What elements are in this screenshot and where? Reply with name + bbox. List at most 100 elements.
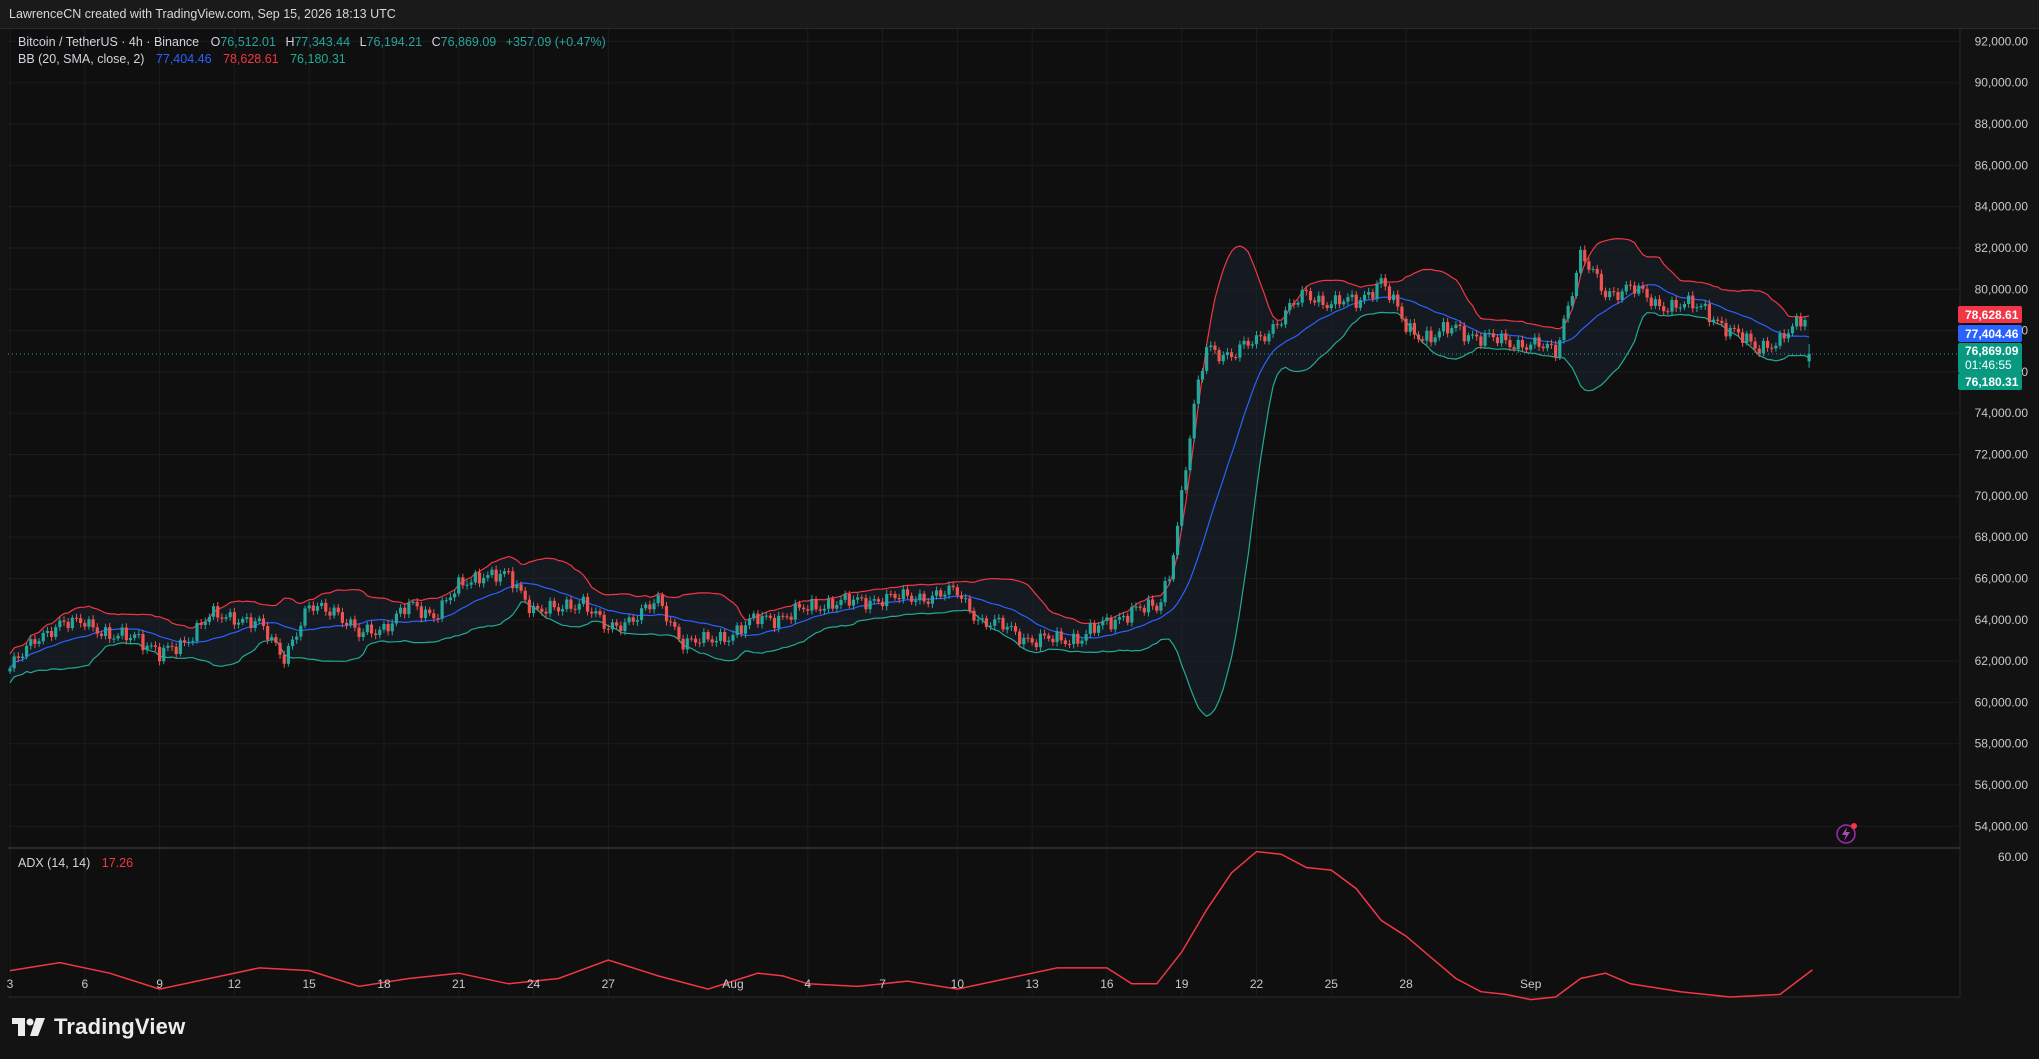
candle-body	[1109, 617, 1113, 630]
candle-body	[918, 593, 922, 601]
legend-low: 76,194.21	[367, 35, 423, 49]
candle-body	[116, 635, 120, 639]
candle-body	[818, 609, 822, 611]
candle-body	[802, 607, 806, 610]
candle-body	[1761, 340, 1766, 354]
legend-open: 76,512.01	[220, 35, 276, 49]
candle-body	[1350, 294, 1354, 298]
candle-body	[826, 598, 831, 609]
tag-countdown: 01:46:55	[1965, 358, 2012, 372]
candle-body	[639, 608, 644, 621]
svg-text:Bitcoin / TetherUS · 4h · Bina: Bitcoin / TetherUS · 4h · Binance O76,51…	[18, 35, 606, 49]
candle-body	[1171, 555, 1175, 580]
candle-body	[33, 639, 37, 644]
candle-body	[1358, 300, 1362, 308]
tradingview-logo-icon	[12, 1018, 45, 1036]
candle-body	[793, 603, 797, 620]
candle-body	[386, 623, 390, 632]
candle-body	[145, 645, 149, 651]
tradingview-logo[interactable]: TradingView	[12, 1014, 185, 1040]
candle-body	[1462, 325, 1466, 342]
candle-body	[1516, 339, 1520, 350]
candle-body	[1450, 328, 1454, 334]
candle-body	[1321, 295, 1325, 305]
price-scale-label: 90,000.00	[1975, 76, 2029, 90]
candle-body	[1495, 337, 1500, 344]
candle-body	[1117, 617, 1121, 620]
candle-body	[328, 611, 332, 616]
candle-body	[428, 609, 432, 614]
candle-body	[1657, 299, 1662, 307]
candle-body	[211, 606, 216, 617]
candle-body	[698, 642, 702, 644]
candle-body	[1670, 300, 1674, 312]
candle-body	[519, 584, 523, 591]
candle-body	[922, 593, 926, 602]
candle-body	[1803, 319, 1807, 327]
price-scale-label: 92,000.00	[1975, 34, 2029, 48]
candle-body	[623, 622, 627, 631]
candle-body	[1167, 579, 1171, 582]
candle-body	[781, 615, 785, 617]
time-axis-label: 13	[1025, 977, 1039, 991]
candle-body	[926, 601, 930, 604]
candle-body	[1067, 643, 1072, 645]
candle-body	[914, 600, 918, 602]
candle-body	[984, 618, 989, 627]
candle-body	[885, 594, 889, 607]
candle-body	[332, 607, 336, 616]
candle-body	[1346, 297, 1350, 302]
candle-body	[349, 619, 353, 626]
candle-body	[1446, 322, 1450, 334]
candle-body	[872, 599, 876, 601]
candle-body	[677, 626, 681, 639]
candle-body	[394, 613, 399, 624]
candle-body	[1159, 602, 1163, 611]
legend-bb-label: BB (20, SMA, close, 2)	[18, 52, 144, 66]
legend-low-label: L	[360, 35, 367, 49]
candle-body	[552, 600, 556, 608]
price-scale-label: 84,000.00	[1975, 200, 2029, 214]
candle-body	[432, 613, 436, 619]
candle-body	[1317, 295, 1321, 303]
candle-body	[1421, 339, 1425, 341]
candle-body	[286, 646, 290, 664]
candle-body	[1687, 295, 1691, 305]
legend-change: +357.09 (+0.47%)	[506, 35, 606, 49]
candle-body	[440, 600, 444, 619]
price-scale-label: 70,000.00	[1975, 489, 2029, 503]
candle-body	[702, 631, 706, 643]
candle-body	[959, 595, 964, 599]
candle-body	[768, 615, 772, 618]
candle-body	[511, 571, 515, 589]
chart-canvas[interactable]: 92,000.00 90,000.00 88,000.00 86,000.00 84,0…	[0, 0, 2039, 1059]
candle-body	[785, 616, 789, 618]
candle-body	[718, 632, 723, 641]
candle-body	[727, 640, 731, 642]
candle-body	[16, 656, 20, 659]
candle-body	[1807, 353, 1811, 362]
candle-body	[1088, 623, 1092, 635]
candle-body	[1633, 285, 1637, 294]
candle-body	[1466, 335, 1471, 342]
price-tags: 78,628.61 77,404.46 76,869.09 01:46:55 7…	[1958, 306, 2022, 390]
candle-body	[290, 639, 295, 647]
time-axis-label: 16	[1100, 977, 1114, 991]
price-scale-label: 64,000.00	[1975, 613, 2029, 627]
candle-body	[340, 612, 344, 623]
candle-body	[369, 624, 374, 634]
candle-body	[1055, 631, 1059, 643]
candle-body	[1009, 626, 1013, 628]
candle-body	[1404, 318, 1408, 332]
candle-body	[365, 624, 369, 633]
candle-body	[1254, 335, 1259, 345]
candle-body	[540, 608, 544, 612]
candle-body	[1603, 290, 1608, 298]
candle-body	[1786, 333, 1790, 339]
candle-body	[1608, 291, 1612, 298]
candle-body	[797, 603, 802, 608]
candle-body	[1146, 599, 1151, 613]
legend-adx-value: 17.26	[102, 856, 133, 870]
candle-body	[1674, 300, 1678, 308]
candle-body	[1587, 261, 1591, 270]
